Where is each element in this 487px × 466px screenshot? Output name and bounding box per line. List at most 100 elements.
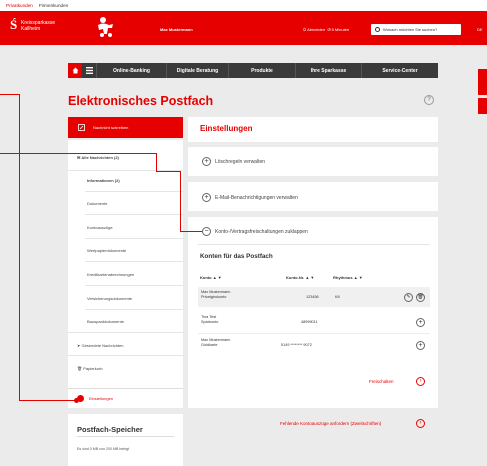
tab-firmenkunden[interactable]: Firmenkunden (39, 3, 68, 8)
callout-dot (74, 398, 79, 403)
edit-icon (78, 124, 85, 131)
callout-line (180, 171, 181, 231)
callout-line (156, 153, 157, 171)
storage-panel: Postfach-Speicher Es sind 0 MB von 200 M… (68, 414, 183, 466)
arrow-right-icon[interactable]: › (416, 377, 425, 386)
section-loeschregeln-label: Löschregeln verwalten (215, 159, 266, 165)
menu-wertpapierdokumente[interactable]: Wertpapierdokumente (87, 248, 126, 253)
divider (198, 244, 430, 245)
menu-versicherungsdokumente[interactable]: Versicherungsdokumente (87, 296, 132, 301)
col-rhythmus-label: Rhythmus (333, 275, 353, 280)
side-tab-contact[interactable] (478, 69, 487, 95)
col-konto-label: Konto (200, 275, 212, 280)
session-timer: 5 Minuten (331, 27, 350, 32)
row-account-name: Max Mustermann Goldkarte (201, 338, 230, 348)
section-email-label: E-Mail-Benachrichtigungen verwalten (215, 195, 298, 201)
nav-digitale-beratung[interactable]: Digitale Beratung (166, 63, 228, 78)
settings-title: Einstellungen (200, 124, 253, 133)
bank-name-line2: Kallheim (21, 26, 41, 32)
menu-informationen[interactable]: Informationen (2) (87, 178, 120, 183)
accounts-title: Konten für das Postfach (200, 253, 273, 260)
callout-line (180, 231, 202, 232)
nav-service-center[interactable]: Service-Center (361, 63, 438, 78)
language-switch[interactable]: DE (477, 27, 483, 32)
search-icon (375, 27, 380, 32)
nav-produkte[interactable]: Produkte (228, 63, 295, 78)
top-segment-nav: Privatkunden Firmenkunden (0, 0, 487, 11)
mascot-icon (98, 17, 113, 37)
settings-label: Einstellungen (89, 396, 114, 401)
search-placeholder: Wonach möchten Sie suchen? (383, 27, 438, 32)
callout-line (19, 94, 20, 401)
col-konto-nr[interactable]: Konto-Nr. ▲ ▼ (286, 275, 314, 280)
divider (85, 309, 183, 310)
arrow-right-icon[interactable]: › (416, 419, 425, 428)
col-rhythmus[interactable]: Rhythmus ▲ ▼ (333, 275, 363, 280)
divider (68, 332, 183, 333)
new-message-label: Nachricht schreiben (93, 125, 129, 130)
callout-line (0, 153, 157, 154)
menu-all-messages[interactable]: ✉ Alle Nachrichten (2) (77, 155, 119, 160)
new-message-button[interactable]: Nachricht schreiben (68, 117, 183, 138)
account-number: 5149 ******** 9072 (281, 343, 312, 347)
row-account-name: Tina Test Sparkonto (201, 315, 218, 325)
menu-sent[interactable]: ➤ Gesendete Nachrichten (77, 343, 124, 348)
pencil-icon[interactable]: ✎ (404, 293, 413, 302)
sort-icon: ▲ ▼ (212, 275, 222, 280)
account-type: Privatgirokonto (201, 295, 227, 299)
user-name[interactable]: Max Mustermann (160, 27, 193, 32)
account-rhythmus: K8 (335, 295, 340, 299)
release-link[interactable]: Freischalten (369, 379, 394, 384)
home-button[interactable] (68, 63, 82, 78)
divider (77, 436, 174, 437)
tab-privatkunden[interactable]: Privatkunden (6, 3, 33, 8)
sent-label: Gesendete Nachrichten (81, 343, 124, 348)
section-freischaltungen (188, 217, 438, 408)
menu-bausparddokumente[interactable]: Bausparddokumente (87, 319, 124, 324)
divider (85, 191, 183, 192)
search-input[interactable]: Wonach möchten Sie suchen? (371, 24, 461, 35)
divider (85, 238, 183, 239)
delete-icon[interactable]: 🗑 (416, 293, 425, 302)
divider (68, 355, 183, 356)
logout-link[interactable]: Abmelden (307, 27, 325, 32)
menu-kontoauszuege[interactable]: Kontoauszüge (87, 225, 113, 230)
col-konto[interactable]: Konto ▲ ▼ (200, 275, 222, 280)
menu-settings[interactable]: Einstellungen (68, 388, 183, 408)
storage-title: Postfach-Speicher (77, 425, 143, 434)
storage-text: Es sind 0 MB von 200 MB belegt (77, 447, 130, 451)
help-icon[interactable]: ? (424, 95, 434, 105)
divider (85, 214, 183, 215)
account-number: 123456 (306, 295, 319, 299)
all-messages-label: Alle Nachrichten (2) (81, 155, 119, 160)
divider (85, 261, 183, 262)
menu-dokumente[interactable]: Dokumente (87, 201, 107, 206)
collapse-icon[interactable]: − (202, 227, 211, 236)
menu-trash[interactable]: 🗑 Papierkorb (77, 366, 103, 371)
expand-icon[interactable]: + (202, 157, 211, 166)
callout-line (0, 94, 19, 95)
missing-statements-link[interactable]: Fehlende Kontoauszüge anfordern (Zweitsc… (280, 421, 381, 426)
add-icon[interactable]: + (416, 318, 425, 327)
section-freischaltungen-label[interactable]: Konto-/Vertragsfreischaltungen zuklappen (215, 229, 308, 235)
sort-icon: ▲ ▼ (305, 275, 315, 280)
main-nav: Online-Banking Digitale Beratung Produkt… (68, 63, 438, 78)
nav-ihre-sparkasse[interactable]: Ihre Sparkasse (295, 63, 361, 78)
release-label: Freischalten (369, 379, 394, 384)
sparkasse-logo-icon[interactable]: Ś (10, 17, 17, 33)
account-number: 48999011 (301, 320, 318, 324)
side-tab-feedback[interactable] (478, 98, 487, 114)
callout-line (19, 400, 76, 401)
divider (85, 285, 183, 286)
page-title: Elektronisches Postfach (68, 94, 214, 108)
bank-name: Kreissparkasse Kallheim (21, 20, 55, 32)
row-account-name: Max Mustermann Privatgirokonto (201, 290, 230, 300)
menu-grid-button[interactable] (82, 63, 96, 78)
settings-header-card: Einstellungen (188, 117, 438, 142)
account-type: Sparkonto (201, 320, 219, 324)
add-icon[interactable]: + (416, 341, 425, 350)
col-konto-nr-label: Konto-Nr. (286, 275, 305, 280)
expand-icon[interactable]: + (202, 193, 211, 202)
nav-online-banking[interactable]: Online-Banking (96, 63, 166, 78)
menu-kreditkartenabrechnungen[interactable]: Kreditkartenabrechnungen (87, 272, 134, 277)
